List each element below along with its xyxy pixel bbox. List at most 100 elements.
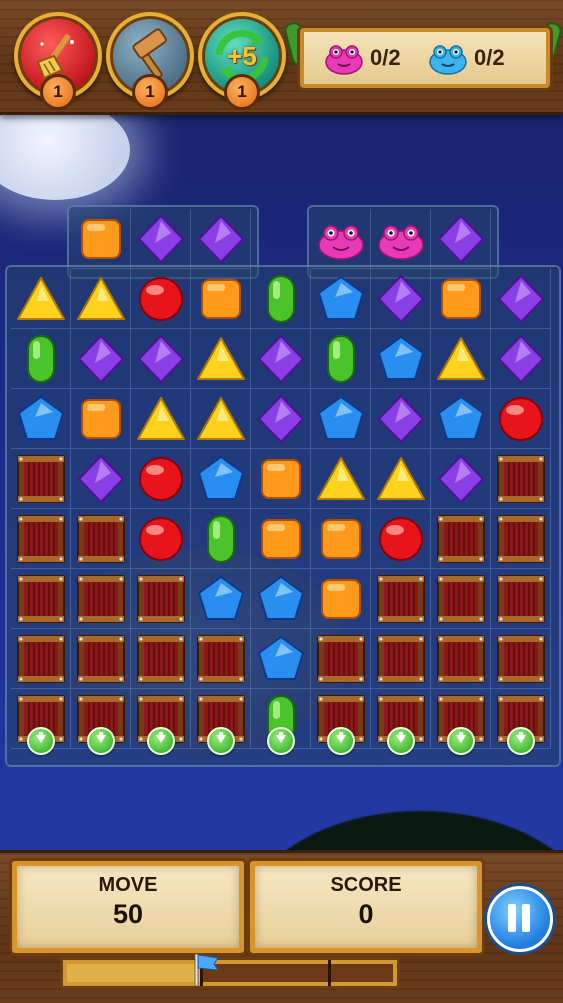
board-cell[interactable]	[311, 629, 371, 689]
board-cell[interactable]	[71, 569, 131, 629]
board-cell[interactable]	[491, 509, 551, 569]
moon	[0, 112, 130, 200]
blue-pentagon-icon	[438, 396, 484, 440]
board-cell[interactable]	[431, 269, 491, 329]
board-cell[interactable]	[431, 569, 491, 629]
board-cell[interactable]	[311, 329, 371, 389]
yellow-triangle-icon	[437, 337, 485, 380]
board-cell[interactable]	[491, 629, 551, 689]
board-cell[interactable]	[251, 329, 311, 389]
board-cell[interactable]	[431, 629, 491, 689]
board-cell[interactable]	[311, 509, 371, 569]
board-cell[interactable]	[371, 569, 431, 629]
board-cell[interactable]	[491, 329, 551, 389]
board-cell[interactable]	[431, 449, 491, 509]
board-cell[interactable]	[251, 569, 311, 629]
board-cell[interactable]	[191, 389, 251, 449]
board-cell[interactable]	[491, 269, 551, 329]
crate-icon	[497, 515, 545, 563]
board-cell[interactable]	[191, 329, 251, 389]
board-cell[interactable]	[431, 209, 491, 269]
crate-icon	[17, 635, 65, 683]
board-cell[interactable]	[371, 329, 431, 389]
board-cell[interactable]	[11, 629, 71, 689]
board-cell[interactable]	[251, 449, 311, 509]
board-cell[interactable]	[431, 329, 491, 389]
broom-booster-button[interactable]: 1	[14, 12, 102, 110]
board-cell[interactable]	[71, 269, 131, 329]
hammer-booster-button[interactable]: 1	[106, 12, 194, 110]
board-cell[interactable]	[11, 449, 71, 509]
blue-goal-progress: 0/2	[474, 45, 505, 70]
board-cell[interactable]	[191, 209, 251, 269]
board-cell[interactable]	[191, 269, 251, 329]
board-cell[interactable]	[11, 569, 71, 629]
board-cell[interactable]	[131, 509, 191, 569]
board-cell[interactable]	[71, 509, 131, 569]
board-cell[interactable]	[251, 509, 311, 569]
score-panel: SCORE 0	[250, 861, 482, 953]
board-cell[interactable]	[131, 269, 191, 329]
drop-arrow-icon	[447, 727, 475, 755]
crate-icon	[77, 635, 125, 683]
board-cell[interactable]	[11, 389, 71, 449]
board-cell[interactable]	[131, 629, 191, 689]
board-cell[interactable]	[191, 569, 251, 629]
board-cell[interactable]	[371, 629, 431, 689]
board-cell[interactable]	[131, 209, 191, 269]
pause-button[interactable]	[487, 886, 553, 952]
red-orb-icon	[499, 397, 543, 441]
blue-pentagon-icon	[198, 576, 244, 620]
broom-count-badge: 1	[40, 74, 76, 110]
board-cell[interactable]	[431, 389, 491, 449]
board-cell[interactable]	[491, 389, 551, 449]
board-cell[interactable]	[311, 209, 371, 269]
board-cell[interactable]	[251, 269, 311, 329]
orange-square-icon	[261, 519, 301, 559]
board-cell[interactable]	[311, 449, 371, 509]
orange-square-icon	[201, 279, 241, 319]
board-cell[interactable]	[191, 449, 251, 509]
extra-moves-booster-button[interactable]: +5 1	[198, 12, 286, 110]
night-sky-background	[0, 112, 563, 850]
board-cell[interactable]	[131, 449, 191, 509]
purple-diamond-icon	[377, 274, 425, 324]
board-cell[interactable]	[491, 449, 551, 509]
board-cell[interactable]	[371, 509, 431, 569]
board-cell[interactable]	[311, 389, 371, 449]
board-cell[interactable]	[71, 629, 131, 689]
progress-star-marker-2	[328, 960, 331, 986]
yellow-triangle-icon	[197, 397, 245, 440]
board-cell[interactable]	[371, 269, 431, 329]
board-cell[interactable]	[371, 389, 431, 449]
board-cell[interactable]	[311, 269, 371, 329]
board-cell[interactable]	[11, 269, 71, 329]
blue-pentagon-icon	[258, 576, 304, 620]
board-cell[interactable]	[491, 569, 551, 629]
board-cell[interactable]	[371, 209, 431, 269]
board-cell[interactable]	[131, 329, 191, 389]
board-cell[interactable]	[11, 329, 71, 389]
crate-icon	[77, 575, 125, 623]
board-cell[interactable]	[71, 329, 131, 389]
board-cell[interactable]	[251, 389, 311, 449]
board-cell[interactable]	[191, 509, 251, 569]
crate-icon	[437, 575, 485, 623]
blue-monster-icon	[429, 45, 467, 75]
purple-diamond-icon	[497, 274, 545, 324]
purple-diamond-icon	[437, 454, 485, 504]
purple-diamond-icon	[497, 334, 545, 384]
board-cell[interactable]	[191, 629, 251, 689]
board-cell[interactable]	[71, 209, 131, 269]
drop-arrow-icon	[87, 727, 115, 755]
board-cell[interactable]	[371, 449, 431, 509]
board-cell[interactable]	[131, 389, 191, 449]
board-cell[interactable]	[71, 389, 131, 449]
green-capsule-icon	[207, 515, 235, 563]
board-cell[interactable]	[311, 569, 371, 629]
board-cell[interactable]	[251, 629, 311, 689]
board-cell[interactable]	[71, 449, 131, 509]
board-cell[interactable]	[131, 569, 191, 629]
board-cell[interactable]	[431, 509, 491, 569]
board-cell[interactable]	[11, 509, 71, 569]
